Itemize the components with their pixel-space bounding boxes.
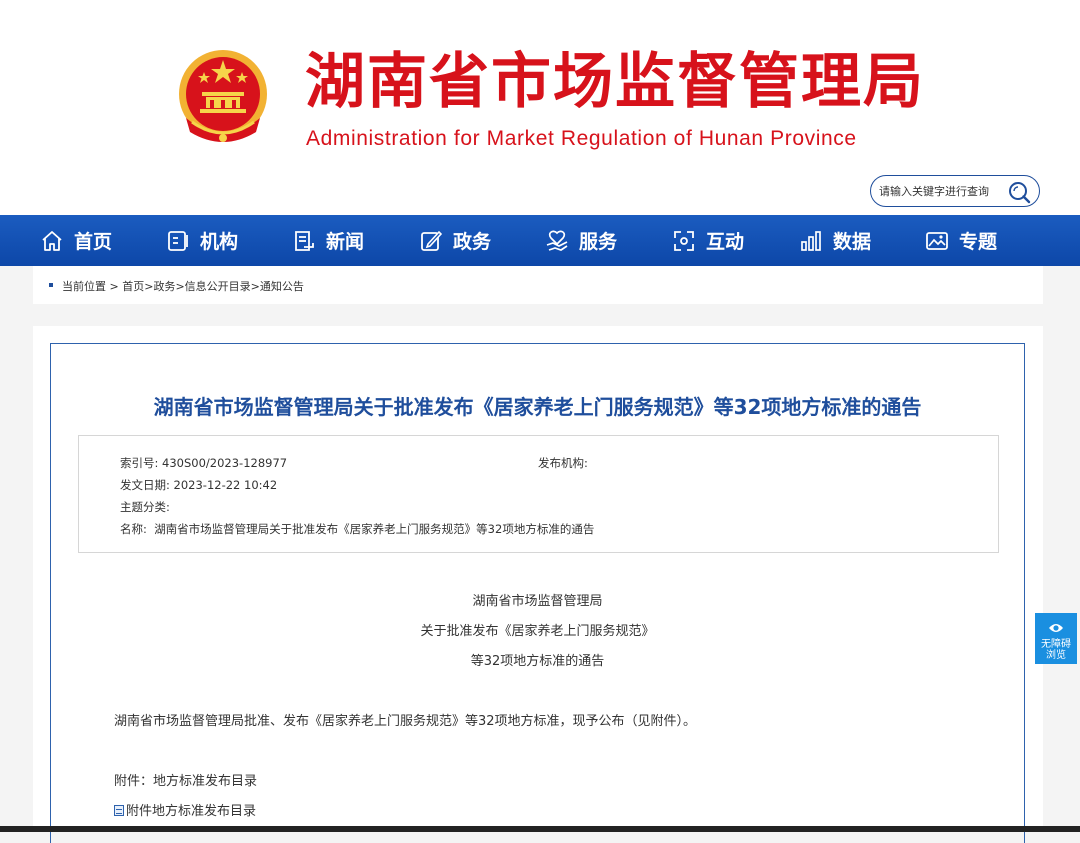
main-nav: 首页 机构 新闻 政务 服务 互动 数据 专题 <box>0 215 1080 266</box>
search-input[interactable] <box>879 181 1003 201</box>
interact-icon <box>674 230 694 251</box>
nav-item-topic[interactable]: 专题 <box>925 215 997 266</box>
nav-label: 机构 <box>200 231 239 253</box>
meta-index: 索引号: 430S00/2023-128977 <box>120 455 287 471</box>
breadcrumb-separator: > <box>175 280 185 293</box>
edit-icon <box>421 230 443 251</box>
eye-icon <box>1049 624 1063 632</box>
nav-label: 新闻 <box>326 231 365 253</box>
document-icon <box>114 805 124 816</box>
doc-heading-line-2: 关于批准发布《居家养老上门服务规范》 <box>420 624 655 639</box>
meta-publisher: 发布机构: <box>538 455 588 471</box>
content-panel: 湖南省市场监督管理局关于批准发布《居家养老上门服务规范》等32项地方标准的通告 … <box>33 326 1043 843</box>
nav-label: 政务 <box>453 231 492 253</box>
nav-item-news[interactable]: 新闻 <box>292 215 364 266</box>
nav-item-home[interactable]: 首页 <box>40 215 112 266</box>
doc-heading-line-3: 等32项地方标准的通告 <box>470 654 605 669</box>
breadcrumb-separator: > <box>250 280 260 293</box>
breadcrumb: 当前位置 > 首页>政务>信息公开目录>通知公告 <box>33 266 1043 304</box>
breadcrumb-link-home[interactable]: 首页 <box>122 280 144 293</box>
nav-label: 互动 <box>706 231 745 253</box>
meta-publisher-label: 发布机构: <box>538 456 588 470</box>
breadcrumb-link-catalog[interactable]: 信息公开目录 <box>185 280 251 293</box>
org-icon <box>168 230 188 251</box>
breadcrumb-bullet <box>49 283 53 287</box>
meta-name: 名称: 湖南省市场监督管理局关于批准发布《居家养老上门服务规范》等32项地方标准… <box>120 521 594 537</box>
meta-date-label: 发文日期: <box>120 478 170 492</box>
breadcrumb-link-notices[interactable]: 通知公告 <box>260 280 304 293</box>
meta-date: 发文日期: 2023-12-22 10:42 <box>120 477 277 493</box>
search-icon[interactable] <box>1007 180 1031 204</box>
meta-topic: 主题分类: <box>120 499 170 515</box>
article-box: 湖南省市场监督管理局关于批准发布《居家养老上门服务规范》等32项地方标准的通告 … <box>50 343 1025 843</box>
attachment-link[interactable]: 附件地方标准发布目录 <box>114 800 256 819</box>
nav-item-affairs[interactable]: 政务 <box>419 215 491 266</box>
site-subtitle: Administration for Market Regulation of … <box>306 127 857 150</box>
site-title: 湖南省市场监督管理局 <box>305 47 925 117</box>
breadcrumb-text: 当前位置 > 首页>政务>信息公开目录>通知公告 <box>62 278 304 294</box>
nav-item-data[interactable]: 数据 <box>799 215 871 266</box>
article-title: 湖南省市场监督管理局关于批准发布《居家养老上门服务规范》等32项地方标准的通告 <box>153 395 922 419</box>
nav-label: 服务 <box>579 231 618 253</box>
nav-label: 数据 <box>833 231 872 253</box>
breadcrumb-prefix: 当前位置 > <box>62 280 123 293</box>
service-icon <box>546 230 568 251</box>
accessibility-button[interactable]: 无障碍 浏览 <box>1035 613 1077 664</box>
image-icon <box>926 231 948 250</box>
meta-index-value: 430S00/2023-128977 <box>162 456 288 470</box>
body-paragraph: 湖南省市场监督管理局批准、发布《居家养老上门服务规范》等32项地方标准，现予公布… <box>114 714 697 729</box>
breadcrumb-link-affairs[interactable]: 政务 <box>153 280 175 293</box>
nav-item-org[interactable]: 机构 <box>166 215 238 266</box>
search-box <box>870 175 1040 207</box>
accessibility-label-2: 浏览 <box>1046 650 1066 661</box>
nav-item-service[interactable]: 服务 <box>545 215 617 266</box>
meta-date-value: 2023-12-22 10:42 <box>173 478 278 492</box>
nav-label: 专题 <box>959 231 998 253</box>
doc-heading-line-1: 湖南省市场监督管理局 <box>472 594 603 609</box>
meta-topic-label: 主题分类: <box>120 500 170 514</box>
national-emblem-icon <box>179 50 267 142</box>
news-icon <box>295 230 314 251</box>
nav-item-interact[interactable]: 互动 <box>672 215 744 266</box>
meta-index-label: 索引号: <box>120 456 159 470</box>
site-header: 湖南省市场监督管理局 Administration for Market Reg… <box>0 0 1080 215</box>
attachment-label: 附件：地方标准发布目录 <box>114 774 258 789</box>
accessibility-label-1: 无障碍 <box>1041 639 1071 650</box>
bar-chart-icon <box>801 230 821 251</box>
metadata-box: 索引号: 430S00/2023-128977 发布机构: 发文日期: 2023… <box>78 435 999 553</box>
meta-name-label: 名称: <box>120 522 147 536</box>
bottom-edge <box>0 826 1080 832</box>
attachment-link-text: 附件地方标准发布目录 <box>126 804 257 819</box>
meta-name-value: 湖南省市场监督管理局关于批准发布《居家养老上门服务规范》等32项地方标准的通告 <box>154 522 595 536</box>
nav-label: 首页 <box>74 231 113 253</box>
home-icon <box>42 230 62 251</box>
